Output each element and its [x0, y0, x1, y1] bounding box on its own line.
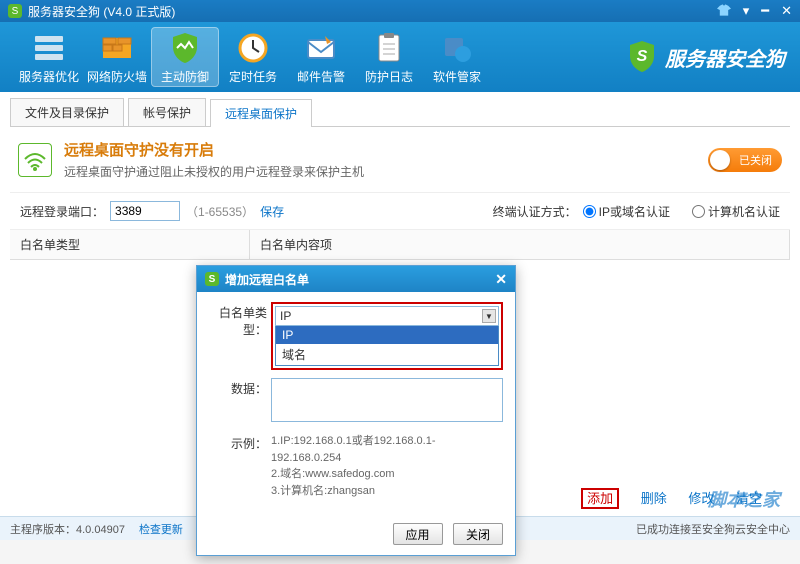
whitelist-type-select[interactable]: IP ▼ [275, 306, 499, 326]
example-line: 3.计算机名:zhangsan [271, 483, 503, 500]
dialog-logo-icon: S [205, 272, 219, 286]
toggle-label: 已关闭 [739, 152, 772, 168]
mail-icon [303, 30, 339, 66]
tool-label: 网络防火墙 [87, 68, 147, 85]
tool-label: 主动防御 [161, 68, 209, 85]
whitelist-type-label: 白名单类型： [209, 302, 271, 338]
tool-scheduled-tasks[interactable]: 定时任务 [219, 27, 287, 87]
tool-firewall[interactable]: 网络防火墙 [83, 27, 151, 87]
port-input[interactable] [110, 201, 180, 221]
add-link[interactable]: 添加 [581, 488, 619, 509]
whitelist-data-input[interactable] [271, 378, 503, 422]
close-button[interactable]: 关闭 [453, 523, 503, 545]
tool-protection-log[interactable]: 防护日志 [355, 27, 423, 87]
example-line: 1.IP:192.168.0.1或者192.168.0.1-192.168.0.… [271, 433, 503, 466]
tab-account-protection[interactable]: 帐号保护 [128, 98, 206, 126]
data-label: 数据： [209, 378, 271, 397]
server-icon [31, 30, 67, 66]
delete-link[interactable]: 删除 [641, 491, 667, 506]
dropdown-icon[interactable]: ▾ [743, 3, 750, 19]
window-title: 服务器安全狗 (V4.0 正式版) [28, 3, 175, 20]
column-whitelist-content: 白名单内容项 [250, 230, 790, 259]
app-logo-icon: S [8, 4, 22, 18]
brand-text: 服务器安全狗 [665, 43, 785, 72]
chevron-down-icon: ▼ [482, 309, 496, 323]
whitelist-type-dropdown: IP 域名 [275, 326, 499, 366]
log-icon [371, 30, 407, 66]
example-label: 示例： [209, 433, 271, 452]
tool-label: 软件管家 [433, 68, 481, 85]
theme-icon[interactable] [717, 4, 731, 19]
auth-hostname-option[interactable]: 计算机名认证 [692, 203, 780, 220]
remote-protection-toggle[interactable]: 已关闭 [708, 148, 782, 172]
shield-icon [167, 30, 203, 66]
svg-text:S: S [637, 48, 648, 65]
tool-label: 防护日志 [365, 68, 413, 85]
connection-status: 已成功连接至安全狗云安全中心 [636, 521, 790, 537]
minimize-button[interactable]: ━ [761, 3, 769, 19]
tool-active-defense[interactable]: 主动防御 [151, 27, 219, 87]
tool-server-optimize[interactable]: 服务器优化 [15, 27, 83, 87]
tool-software-manager[interactable]: 软件管家 [423, 27, 491, 87]
watermark: 脚本之家 [708, 486, 780, 512]
auth-ip-radio[interactable] [583, 205, 596, 218]
example-line: 2.域名:www.safedog.com [271, 466, 503, 483]
dropdown-option-ip[interactable]: IP [276, 326, 498, 344]
port-save-link[interactable]: 保存 [260, 203, 284, 220]
tool-mail-alerts[interactable]: 邮件告警 [287, 27, 355, 87]
clock-icon [235, 30, 271, 66]
close-button[interactable]: ✕ [781, 3, 792, 19]
dialog-title: 增加远程白名单 [225, 271, 309, 288]
tool-label: 邮件告警 [297, 68, 345, 85]
status-desc: 远程桌面守护通过阻止未授权的用户远程登录来保护主机 [64, 163, 364, 180]
dropdown-option-domain[interactable]: 域名 [276, 344, 498, 365]
column-whitelist-type: 白名单类型 [10, 230, 250, 259]
status-title: 远程桌面守护没有开启 [64, 139, 364, 160]
port-range: （1-65535） [186, 203, 254, 220]
select-value: IP [280, 309, 291, 323]
wifi-icon [18, 143, 52, 177]
brand-logo: S 服务器安全狗 [627, 40, 785, 74]
add-whitelist-dialog: S 增加远程白名单 ✕ 白名单类型： IP ▼ IP 域名 [196, 265, 516, 556]
auth-ip-option[interactable]: IP或域名认证 [583, 203, 670, 220]
tab-file-protection[interactable]: 文件及目录保护 [10, 98, 124, 126]
auth-hostname-radio[interactable] [692, 205, 705, 218]
check-update-link[interactable]: 检查更新 [139, 521, 183, 537]
apply-button[interactable]: 应用 [393, 523, 443, 545]
port-label: 远程登录端口： [20, 203, 104, 220]
software-icon [439, 30, 475, 66]
brand-shield-icon: S [627, 40, 657, 74]
auth-method-label: 终端认证方式： [493, 203, 577, 220]
firewall-icon [99, 30, 135, 66]
version-text: 主程序版本：4.0.04907 [10, 521, 125, 537]
tool-label: 定时任务 [229, 68, 277, 85]
tool-label: 服务器优化 [19, 68, 79, 85]
tab-remote-desktop[interactable]: 远程桌面保护 [210, 99, 312, 127]
dialog-close-icon[interactable]: ✕ [495, 271, 507, 288]
